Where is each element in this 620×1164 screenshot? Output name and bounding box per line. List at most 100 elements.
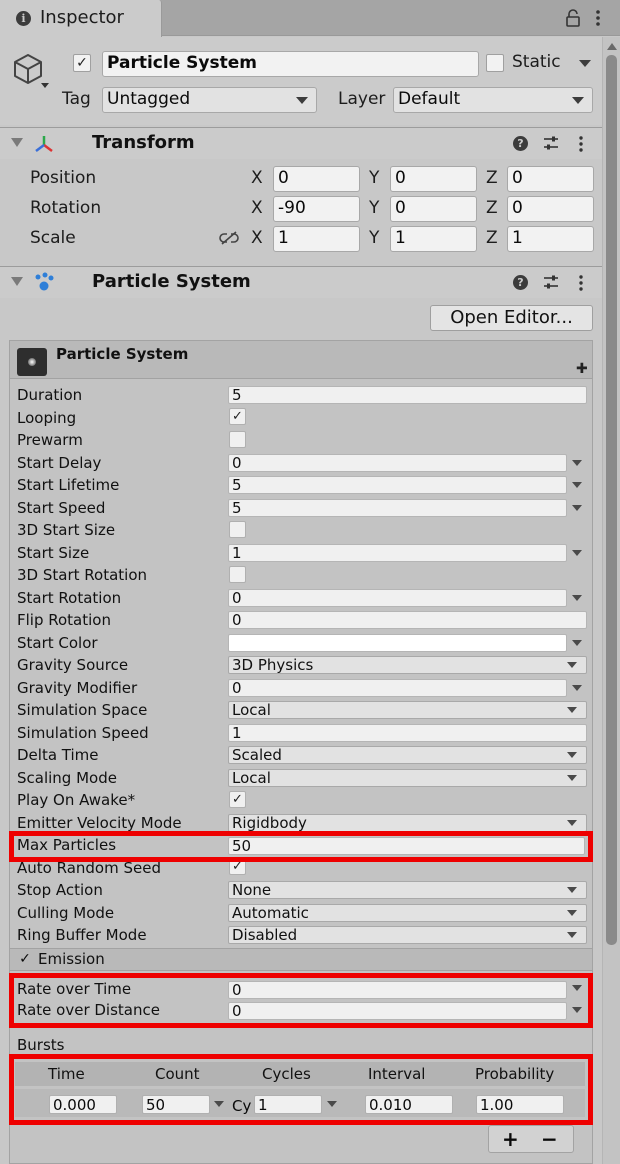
position-label: Position [30,168,97,188]
info-icon: i [16,11,31,26]
curve-mode-dropdown-icon[interactable] [572,482,582,488]
play-on-awake-checkbox[interactable]: ✓ [229,791,246,808]
constrain-proportions-icon[interactable] [219,230,239,246]
emission-module-header[interactable]: ✓ Emission [10,948,592,971]
flip-rotation-label: Flip Rotation [17,611,111,629]
start-lifetime-field[interactable]: 5 [228,476,567,494]
static-checkbox[interactable] [486,54,504,72]
scrollbar[interactable] [602,37,620,1164]
rate-over-distance-field[interactable]: 0 [228,1002,567,1020]
main-module-header[interactable]: Particle System ✚ [10,341,592,379]
gravity-modifier-field[interactable]: 0 [228,679,567,697]
rotation-x-field[interactable]: -90 [273,196,360,222]
tag-dropdown[interactable]: Untagged [102,87,317,113]
burst-time-field[interactable]: 0.000 [49,1095,117,1114]
stop-action-dropdown[interactable]: None [228,881,587,899]
max-particles-field[interactable]: 50 [228,837,585,855]
gravity-source-dropdown[interactable]: 3D Physics [228,656,587,674]
curve-mode-dropdown-icon[interactable] [572,505,582,511]
rotation-y-field[interactable]: 0 [390,196,477,222]
start-color-swatch[interactable] [228,634,567,652]
component-menu-icon[interactable] [578,135,584,153]
simulation-space-value: Local [232,701,271,719]
scale-y-field[interactable]: 1 [390,226,477,252]
curve-mode-dropdown-icon[interactable] [572,595,582,601]
position-z-field[interactable]: 0 [507,166,594,192]
rotation-z-field[interactable]: 0 [507,196,594,222]
duration-field[interactable]: 5 [228,386,587,404]
ring-buffer-mode-dropdown[interactable]: Disabled [228,926,587,944]
simulation-space-dropdown[interactable]: Local [228,701,587,719]
curve-mode-dropdown-icon[interactable] [572,460,582,466]
curve-mode-dropdown-icon[interactable] [572,685,582,691]
simulation-speed-field[interactable]: 1 [228,724,587,742]
start-size-field[interactable]: 1 [228,544,567,562]
start-rotation-3d-checkbox[interactable] [229,566,246,583]
start-rotation-field[interactable]: 0 [228,589,567,607]
gameobject-cube-icon[interactable] [11,52,45,86]
burst-interval-field[interactable]: 0.010 [365,1095,453,1114]
burst-cycles-field[interactable]: 1 [254,1095,322,1114]
layer-dropdown[interactable]: Default [393,87,593,113]
curve-mode-dropdown-icon[interactable] [572,1007,582,1013]
burst-count-field[interactable]: 50 [142,1095,210,1114]
looping-label: Looping [17,409,77,427]
cycles-mode-dropdown-icon[interactable] [327,1101,337,1107]
dropdown-arrow-icon [567,887,577,893]
prewarm-checkbox[interactable] [229,431,246,448]
remove-burst-button[interactable]: − [541,1127,558,1151]
add-module-icon[interactable]: ✚ [576,361,588,377]
start-size-3d-checkbox[interactable] [229,521,246,538]
start-speed-field[interactable]: 5 [228,499,567,517]
looping-checkbox[interactable]: ✓ [229,408,246,425]
emission-enabled-checkbox[interactable]: ✓ [17,951,33,967]
ring-buffer-mode-label: Ring Buffer Mode [17,926,147,944]
start-color-label: Start Color [17,634,98,652]
dropdown-arrow-icon [567,775,577,781]
position-y-field[interactable]: 0 [390,166,477,192]
presets-icon[interactable] [543,274,559,290]
gameobject-name-field[interactable]: Particle System [102,51,479,77]
static-dropdown-icon[interactable] [579,60,591,67]
open-editor-button[interactable]: Open Editor... [430,305,593,331]
scaling-mode-label: Scaling Mode [17,769,117,787]
count-mode-dropdown-icon[interactable] [214,1101,224,1107]
add-burst-button[interactable]: + [502,1127,519,1151]
delta-time-dropdown[interactable]: Scaled [228,746,587,764]
auto-random-seed-checkbox[interactable]: ✓ [229,858,246,875]
scaling-mode-dropdown[interactable]: Local [228,769,587,787]
layer-dropdown-arrow-icon [572,97,584,104]
help-icon[interactable]: ? [513,136,528,151]
presets-icon[interactable] [543,135,559,151]
culling-mode-dropdown[interactable]: Automatic [228,904,587,922]
scroll-up-icon[interactable] [607,43,617,50]
lock-icon[interactable] [566,9,580,27]
scale-z-field[interactable]: 1 [507,226,594,252]
color-mode-dropdown-icon[interactable] [572,640,582,646]
emitter-velocity-mode-dropdown[interactable]: Rigidbody [228,814,587,832]
help-icon[interactable]: ? [513,275,528,290]
start-lifetime-label: Start Lifetime [17,476,120,494]
active-checkbox[interactable]: ✓ [73,54,91,72]
fold-arrow-icon[interactable] [11,277,23,286]
more-options-icon[interactable] [594,9,602,27]
transform-header[interactable]: Transform ? [0,127,602,159]
curve-mode-dropdown-icon[interactable] [572,550,582,556]
component-menu-icon[interactable] [578,274,584,292]
bursts-column-count: Count [155,1065,200,1083]
burst-probability-field[interactable]: 1.00 [476,1095,564,1114]
curve-mode-dropdown-icon[interactable] [572,985,582,991]
tab-inspector[interactable]: i Inspector [0,0,162,37]
start-delay-field[interactable]: 0 [228,454,567,472]
start-rotation-3d-label: 3D Start Rotation [17,566,148,584]
scale-x-field[interactable]: 1 [273,226,360,252]
icon-dropdown-icon[interactable] [41,83,49,88]
flip-rotation-field[interactable]: 0 [228,611,587,629]
scroll-thumb[interactable] [606,55,617,945]
layer-label: Layer [338,89,386,109]
table-row[interactable]: 0.000 50 Cy 1 0.010 1.00 [15,1089,585,1117]
position-x-field[interactable]: 0 [273,166,360,192]
fold-arrow-icon[interactable] [11,138,23,147]
particle-system-header[interactable]: Particle System ? [0,266,602,298]
rate-over-time-field[interactable]: 0 [228,981,567,999]
